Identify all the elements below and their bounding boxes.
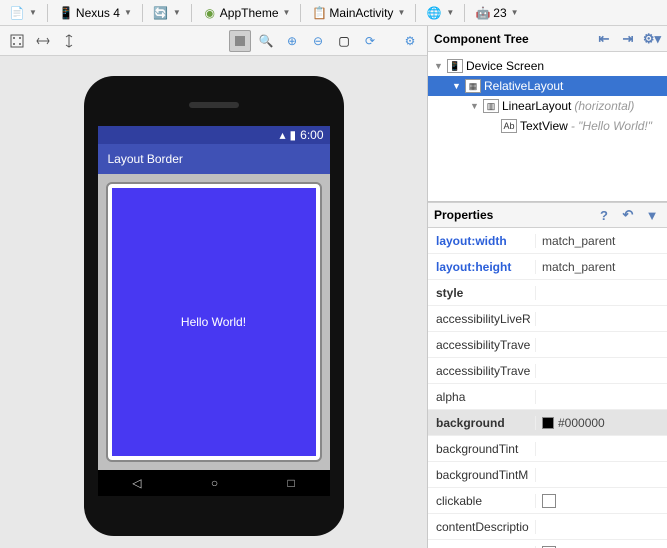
prop-name: backgroundTint xyxy=(428,442,536,456)
node-secondary: - "Hello World!" xyxy=(571,119,652,133)
api-selector[interactable]: 🤖23▼ xyxy=(470,2,523,24)
select-tool[interactable] xyxy=(6,30,28,52)
panel-title: Component Tree xyxy=(434,32,529,46)
component-tree-header: Component Tree ⇤ ⇥ ⚙▾ xyxy=(428,26,667,52)
app-bar: Layout Border xyxy=(98,144,330,174)
prop-row-background[interactable]: background#000000 xyxy=(428,410,667,436)
design-toolbar: 🔍 ⊕ ⊖ ▢ ⟳ ⚙ xyxy=(0,26,427,56)
prop-name: background xyxy=(428,416,536,430)
prop-row-style[interactable]: style xyxy=(428,280,667,306)
prop-value[interactable]: #000000 xyxy=(536,416,667,430)
prop-name: backgroundTintM xyxy=(428,468,536,482)
prop-row-accessibilityliver[interactable]: accessibilityLiveR xyxy=(428,306,667,332)
prop-row-alpha[interactable]: alpha xyxy=(428,384,667,410)
back-icon: ◁ xyxy=(132,476,141,490)
viewport-button[interactable]: ▢ xyxy=(333,30,355,52)
refresh-button[interactable]: ⟳ xyxy=(359,30,381,52)
tree-row-textview[interactable]: AbTextView - "Hello World!" xyxy=(428,116,667,136)
tree-row-device-screen[interactable]: ▼📱Device Screen xyxy=(428,56,667,76)
prop-value[interactable] xyxy=(536,494,667,508)
checkbox[interactable] xyxy=(542,494,556,508)
locale-selector[interactable]: 🌐▼ xyxy=(421,2,459,24)
node-icon: 📱 xyxy=(447,59,463,73)
node-label: RelativeLayout xyxy=(484,79,563,93)
properties-table[interactable]: layout:widthmatch_parentlayout:heightmat… xyxy=(428,228,667,548)
help-icon[interactable]: ? xyxy=(595,206,613,224)
text-view[interactable]: Hello World! xyxy=(112,188,316,456)
node-label: LinearLayout xyxy=(502,99,571,113)
expand-vert-icon[interactable]: ⇥ xyxy=(619,30,637,48)
prop-row-contextclickable[interactable]: contextClickable xyxy=(428,540,667,548)
node-icon: Ab xyxy=(501,119,517,133)
component-tree[interactable]: ▼📱Device Screen▼▦RelativeLayout▼▥LinearL… xyxy=(428,52,667,202)
node-secondary: (horizontal) xyxy=(574,99,634,113)
content-area[interactable]: Hello World! xyxy=(98,174,330,470)
device-selector[interactable]: 📱Nexus 4▼ xyxy=(53,2,137,24)
horiz-expand-tool[interactable] xyxy=(32,30,54,52)
prop-row-contentdescriptio[interactable]: contentDescriptio xyxy=(428,514,667,540)
node-label: Device Screen xyxy=(466,59,544,73)
prop-value[interactable]: match_parent xyxy=(536,260,667,274)
device-screen[interactable]: ▴ ▮ 6:00 Layout Border Hello World! xyxy=(98,126,330,496)
orientation-button[interactable]: 🔄▼ xyxy=(148,2,186,24)
config-toolbar: 📄▼ 📱Nexus 4▼ 🔄▼ ◉AppTheme▼ 📋MainActivity… xyxy=(0,0,667,26)
tree-row-linearlayout[interactable]: ▼▥LinearLayout (horizontal) xyxy=(428,96,667,116)
prop-row-accessibilitytrave[interactable]: accessibilityTrave xyxy=(428,358,667,384)
prop-name: layout:height xyxy=(428,260,536,274)
signal-icon: ▴ xyxy=(280,128,286,142)
node-icon: ▦ xyxy=(465,79,481,93)
node-label: TextView xyxy=(520,119,568,133)
design-mode-button[interactable] xyxy=(229,30,251,52)
activity-selector[interactable]: 📋MainActivity▼ xyxy=(306,2,410,24)
android-nav-bar: ◁ ○ □ xyxy=(98,470,330,496)
tree-menu-icon[interactable]: ⚙▾ xyxy=(643,30,661,48)
prop-name: accessibilityTrave xyxy=(428,364,536,378)
device-frame: ▴ ▮ 6:00 Layout Border Hello World! xyxy=(84,76,344,536)
zoom-fit-button[interactable]: 🔍 xyxy=(255,30,277,52)
prop-name: contentDescriptio xyxy=(428,520,536,534)
prop-name: accessibilityLiveR xyxy=(428,312,536,326)
undo-icon[interactable]: ↶ xyxy=(619,206,637,224)
app-title: Layout Border xyxy=(108,152,183,166)
status-time: 6:00 xyxy=(300,128,323,142)
properties-header: Properties ? ↶ ▼ xyxy=(428,202,667,228)
prop-name: clickable xyxy=(428,494,536,508)
prop-row-backgroundtintm[interactable]: backgroundTintM xyxy=(428,462,667,488)
prop-name: style xyxy=(428,286,536,300)
linear-layout[interactable]: Hello World! xyxy=(106,182,322,462)
home-icon: ○ xyxy=(211,476,218,490)
new-config-button[interactable]: 📄▼ xyxy=(4,2,42,24)
prop-row-layoutheight[interactable]: layout:heightmatch_parent xyxy=(428,254,667,280)
prop-name: alpha xyxy=(428,390,536,404)
right-panel: Component Tree ⇤ ⇥ ⚙▾ ▼📱Device Screen▼▦R… xyxy=(428,26,667,548)
prop-name: layout:width xyxy=(428,234,536,248)
twisty-icon: ▼ xyxy=(452,81,462,91)
prop-name: accessibilityTrave xyxy=(428,338,536,352)
vert-expand-tool[interactable] xyxy=(58,30,80,52)
color-swatch xyxy=(542,417,554,429)
settings-gear-button[interactable]: ⚙ xyxy=(399,30,421,52)
theme-selector[interactable]: ◉AppTheme▼ xyxy=(197,2,296,24)
twisty-icon: ▼ xyxy=(470,101,480,111)
recent-icon: □ xyxy=(288,476,295,490)
prop-row-clickable[interactable]: clickable xyxy=(428,488,667,514)
tree-row-relativelayout[interactable]: ▼▦RelativeLayout xyxy=(428,76,667,96)
prop-row-layoutwidth[interactable]: layout:widthmatch_parent xyxy=(428,228,667,254)
design-canvas-panel: 🔍 ⊕ ⊖ ▢ ⟳ ⚙ ▴ ▮ 6:00 Layout Border xyxy=(0,26,428,548)
zoom-out-button[interactable]: ⊖ xyxy=(307,30,329,52)
filter-icon[interactable]: ▼ xyxy=(643,206,661,224)
expand-horiz-icon[interactable]: ⇤ xyxy=(595,30,613,48)
twisty-icon: ▼ xyxy=(434,61,444,71)
prop-row-accessibilitytrave[interactable]: accessibilityTrave xyxy=(428,332,667,358)
zoom-in-button[interactable]: ⊕ xyxy=(281,30,303,52)
battery-icon: ▮ xyxy=(290,128,297,142)
canvas-viewport[interactable]: ▴ ▮ 6:00 Layout Border Hello World! xyxy=(0,56,427,548)
status-bar: ▴ ▮ 6:00 xyxy=(98,126,330,144)
prop-value[interactable]: match_parent xyxy=(536,234,667,248)
properties-title: Properties xyxy=(434,208,493,222)
node-icon: ▥ xyxy=(483,99,499,113)
prop-row-backgroundtint[interactable]: backgroundTint xyxy=(428,436,667,462)
